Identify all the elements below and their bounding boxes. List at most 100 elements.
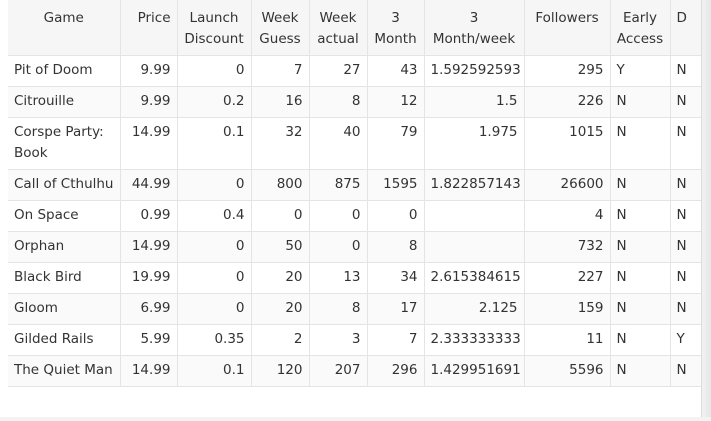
cell-followers[interactable]: 295: [524, 55, 611, 87]
cell-game[interactable]: Gloom: [8, 293, 121, 325]
cell-3-month[interactable]: 296: [367, 355, 425, 387]
header-launch-discount[interactable]: Launch Discount: [177, 0, 252, 56]
cell-early-access[interactable]: Y: [610, 55, 671, 87]
cell-3-month-week[interactable]: 1.429951691: [424, 355, 525, 387]
cell-3-month-week[interactable]: 1.5: [424, 86, 525, 118]
cell-launch-discount[interactable]: 0: [177, 169, 252, 201]
cell-3-month-week[interactable]: 2.333333333: [424, 324, 525, 356]
cell-price[interactable]: 14.99: [120, 231, 178, 263]
cell-launch-discount[interactable]: 0: [177, 293, 252, 325]
cell-game[interactable]: On Space: [8, 200, 121, 232]
cell-week-actual[interactable]: 27: [309, 55, 368, 87]
cell-game[interactable]: Gilded Rails: [8, 324, 121, 356]
cell-3-month[interactable]: 1595: [367, 169, 425, 201]
cell-followers[interactable]: 1015: [524, 117, 611, 170]
cell-3-month[interactable]: 12: [367, 86, 425, 118]
cell-launch-discount[interactable]: 0.4: [177, 200, 252, 232]
cell-price[interactable]: 9.99: [120, 55, 178, 87]
cell-price[interactable]: 44.99: [120, 169, 178, 201]
cell-followers[interactable]: 26600: [524, 169, 611, 201]
cell-followers[interactable]: 159: [524, 293, 611, 325]
cell-week-actual[interactable]: 207: [309, 355, 368, 387]
cell-followers[interactable]: 226: [524, 86, 611, 118]
cell-early-access[interactable]: N: [610, 169, 671, 201]
cell-3-month-week[interactable]: 2.125: [424, 293, 525, 325]
cell-launch-discount[interactable]: 0.35: [177, 324, 252, 356]
cell-early-access[interactable]: N: [610, 262, 671, 294]
cell-week-guess[interactable]: 32: [251, 117, 310, 170]
header-early-access[interactable]: Early Access: [610, 0, 671, 56]
cell-early-access[interactable]: N: [610, 200, 671, 232]
cell-week-actual[interactable]: 40: [309, 117, 368, 170]
cell-3-month[interactable]: 34: [367, 262, 425, 294]
cell-price[interactable]: 14.99: [120, 117, 178, 170]
cell-launch-discount[interactable]: 0: [177, 55, 252, 87]
cell-game[interactable]: The Quiet Man: [8, 355, 121, 387]
cell-game[interactable]: Corspe Party: Book: [8, 117, 121, 170]
cell-week-actual[interactable]: 13: [309, 262, 368, 294]
cell-week-guess[interactable]: 20: [251, 293, 310, 325]
cell-week-guess[interactable]: 0: [251, 200, 310, 232]
cell-3-month[interactable]: 43: [367, 55, 425, 87]
cell-price[interactable]: 5.99: [120, 324, 178, 356]
cell-3-month-week[interactable]: 2.615384615: [424, 262, 525, 294]
cell-launch-discount[interactable]: 0.1: [177, 117, 252, 170]
cell-price[interactable]: 14.99: [120, 355, 178, 387]
cell-week-guess[interactable]: 7: [251, 55, 310, 87]
cell-followers[interactable]: 5596: [524, 355, 611, 387]
header-followers[interactable]: Followers: [524, 0, 611, 56]
cell-week-guess[interactable]: 800: [251, 169, 310, 201]
cell-game[interactable]: Orphan: [8, 231, 121, 263]
cell-launch-discount[interactable]: 0: [177, 262, 252, 294]
cell-3-month[interactable]: 17: [367, 293, 425, 325]
cell-price[interactable]: 0.99: [120, 200, 178, 232]
cell-early-access[interactable]: N: [610, 293, 671, 325]
cell-game[interactable]: Citrouille: [8, 86, 121, 118]
cell-early-access[interactable]: N: [610, 324, 671, 356]
cell-week-guess[interactable]: 50: [251, 231, 310, 263]
cell-3-month[interactable]: 7: [367, 324, 425, 356]
cell-price[interactable]: 6.99: [120, 293, 178, 325]
cell-3-month-week[interactable]: [424, 231, 525, 263]
cell-week-actual[interactable]: 3: [309, 324, 368, 356]
cell-week-actual[interactable]: 875: [309, 169, 368, 201]
header-week-actual[interactable]: Week actual: [309, 0, 368, 56]
header-game[interactable]: Game: [8, 0, 121, 56]
cell-followers[interactable]: 11: [524, 324, 611, 356]
cell-3-month-week[interactable]: [424, 200, 525, 232]
cell-price[interactable]: 19.99: [120, 262, 178, 294]
cell-week-guess[interactable]: 20: [251, 262, 310, 294]
header-price[interactable]: Price: [120, 0, 178, 56]
cell-week-actual[interactable]: 0: [309, 231, 368, 263]
cell-3-month-week[interactable]: 1.822857143: [424, 169, 525, 201]
cell-3-month[interactable]: 79: [367, 117, 425, 170]
cell-week-guess[interactable]: 120: [251, 355, 310, 387]
cell-launch-discount[interactable]: 0.1: [177, 355, 252, 387]
cell-early-access[interactable]: N: [610, 117, 671, 170]
cell-followers[interactable]: 227: [524, 262, 611, 294]
cell-week-guess[interactable]: 2: [251, 324, 310, 356]
cell-3-month-week[interactable]: 1.592592593: [424, 55, 525, 87]
cell-week-guess[interactable]: 16: [251, 86, 310, 118]
cell-week-actual[interactable]: 8: [309, 293, 368, 325]
cell-price[interactable]: 9.99: [120, 86, 178, 118]
cell-early-access[interactable]: N: [610, 355, 671, 387]
cell-week-actual[interactable]: 8: [309, 86, 368, 118]
cell-followers[interactable]: 732: [524, 231, 611, 263]
cell-week-actual[interactable]: 0: [309, 200, 368, 232]
cell-followers[interactable]: 4: [524, 200, 611, 232]
cell-3-month-week[interactable]: 1.975: [424, 117, 525, 170]
cell-3-month[interactable]: 8: [367, 231, 425, 263]
cell-launch-discount[interactable]: 0.2: [177, 86, 252, 118]
cell-launch-discount[interactable]: 0: [177, 231, 252, 263]
cell-game[interactable]: Black Bird: [8, 262, 121, 294]
vertical-scrollbar[interactable]: [701, 0, 711, 421]
cell-early-access[interactable]: N: [610, 86, 671, 118]
cell-early-access[interactable]: N: [610, 231, 671, 263]
header-week-guess[interactable]: Week Guess: [251, 0, 310, 56]
header-3-month-week[interactable]: 3 Month/week: [424, 0, 525, 56]
cell-game[interactable]: Pit of Doom: [8, 55, 121, 87]
cell-3-month[interactable]: 0: [367, 200, 425, 232]
cell-game[interactable]: Call of Cthulhu: [8, 169, 121, 201]
header-3-month[interactable]: 3 Month: [367, 0, 425, 56]
